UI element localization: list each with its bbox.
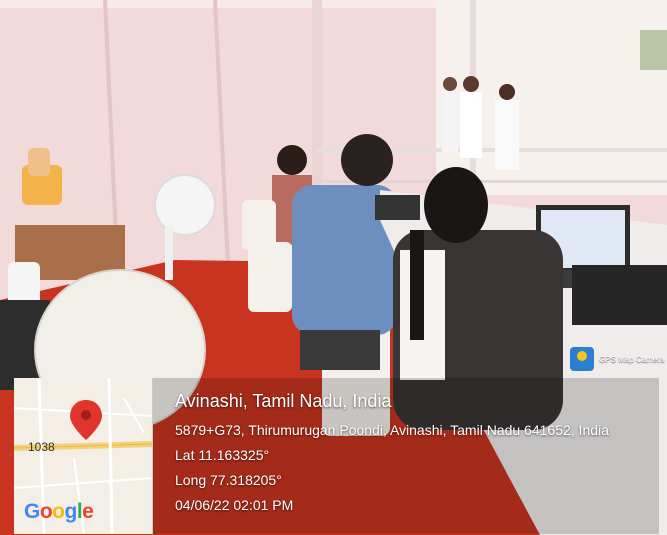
- timestamp: 04/06/22 02:01 PM: [175, 497, 294, 513]
- google-logo-letter: g: [64, 500, 78, 523]
- latitude: Lat 11.163325°: [175, 447, 270, 463]
- man-trousers: [300, 330, 380, 370]
- address-line: 5879+G73, Thirumurugan Poondi, Avinashi,…: [175, 422, 609, 438]
- map-road-label: 1038: [28, 440, 55, 454]
- gps-map-camera-icon: [570, 347, 594, 371]
- distant-trees: [640, 30, 667, 70]
- fan-stand: [165, 225, 173, 280]
- person-outside-1-head: [443, 77, 457, 91]
- printer: [572, 265, 667, 325]
- gps-map-camera-watermark: GPS Map Camera: [570, 346, 664, 372]
- geotagged-photo: 1038 Google Avinashi, Tamil Nadu, India …: [0, 0, 667, 535]
- woman-head: [424, 167, 488, 243]
- google-logo-letter: o: [52, 500, 65, 523]
- person-outside-3-head: [499, 84, 515, 100]
- tent-pole-right: [312, 0, 322, 200]
- watermark-text: GPS Map Camera: [599, 354, 665, 364]
- person-outside-1: [442, 90, 458, 152]
- seated-woman-head: [277, 145, 307, 175]
- google-logo-letter: e: [82, 500, 94, 523]
- geotag-info: Avinashi, Tamil Nadu, India 5879+G73, Th…: [175, 391, 609, 522]
- braid: [410, 230, 424, 340]
- chair-2: [248, 242, 292, 312]
- pedestal-fan: [154, 174, 216, 236]
- google-logo: Google: [24, 500, 94, 524]
- man-head: [341, 134, 393, 186]
- person-outside-3: [495, 100, 519, 170]
- water-jar: [28, 148, 50, 176]
- person-outside-2-head: [463, 76, 479, 92]
- back-laptop: [375, 195, 420, 220]
- google-logo-letter: o: [39, 500, 53, 523]
- person-outside-2: [460, 92, 482, 158]
- location-title: Avinashi, Tamil Nadu, India: [175, 391, 392, 411]
- longitude: Long 77.318205°: [175, 472, 282, 488]
- google-logo-letter: G: [24, 500, 40, 523]
- location-map-thumbnail: 1038 Google: [14, 378, 153, 534]
